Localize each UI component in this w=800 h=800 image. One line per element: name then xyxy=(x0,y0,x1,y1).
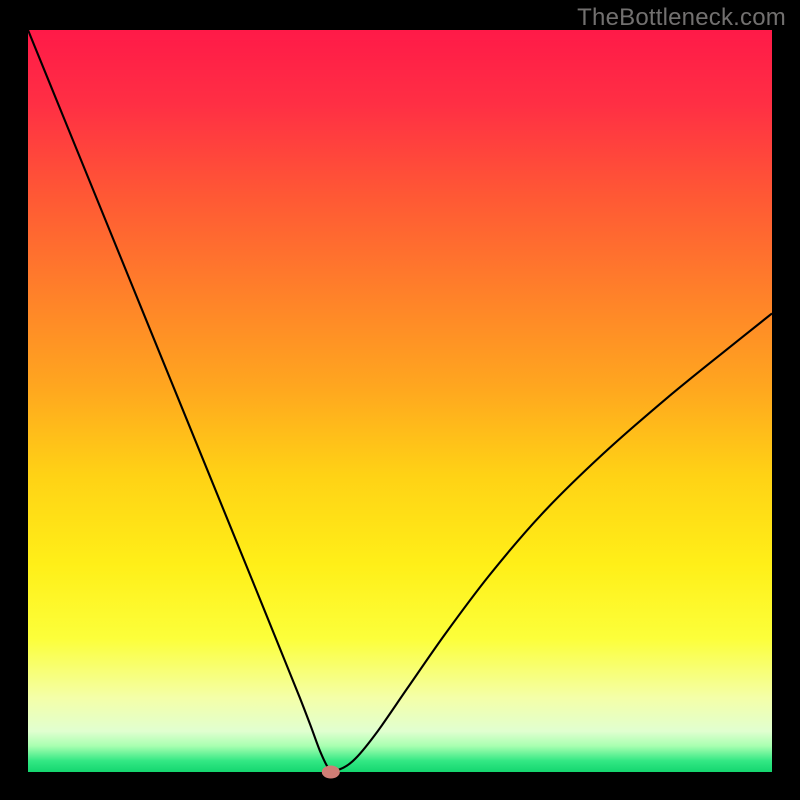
chart-container: TheBottleneck.com xyxy=(0,0,800,800)
plot-background xyxy=(28,30,772,772)
watermark-text: TheBottleneck.com xyxy=(577,4,786,32)
bottleneck-chart xyxy=(0,0,800,800)
optimum-marker xyxy=(322,766,340,779)
